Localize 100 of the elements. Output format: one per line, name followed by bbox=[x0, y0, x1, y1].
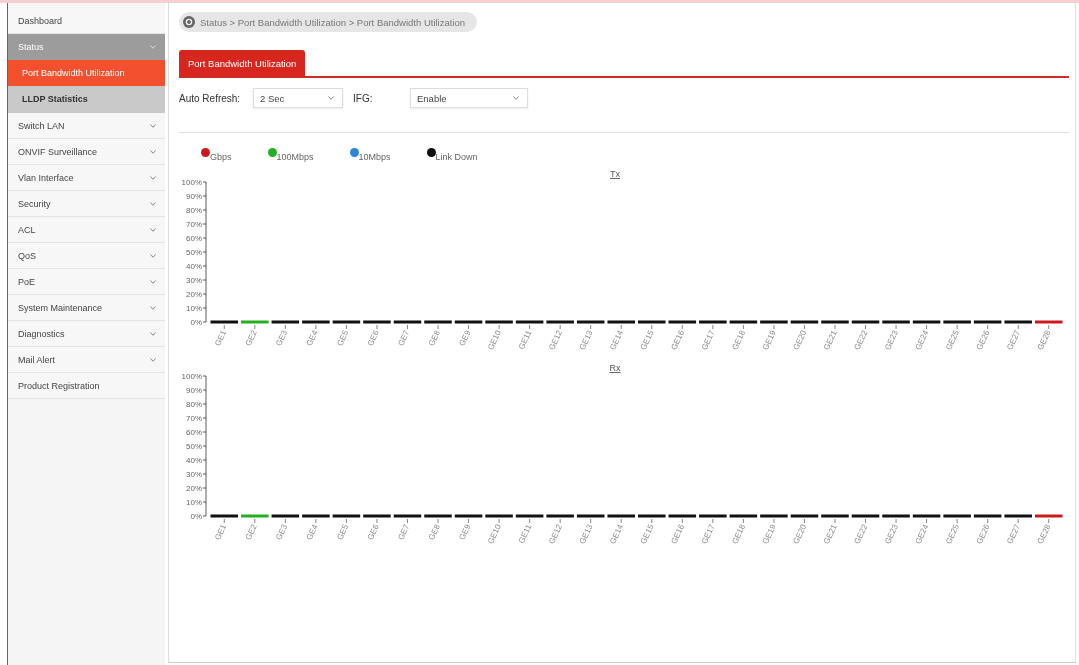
bar bbox=[607, 514, 635, 518]
axis-label: 50% bbox=[186, 442, 202, 451]
bar bbox=[729, 320, 758, 324]
bar bbox=[332, 320, 361, 324]
axis-label: 30% bbox=[186, 276, 202, 285]
axis-label: 0% bbox=[190, 318, 202, 327]
axis-label: GE11 bbox=[516, 329, 534, 351]
bar bbox=[821, 514, 849, 518]
bar bbox=[668, 514, 697, 518]
bar bbox=[790, 514, 819, 518]
axis-label: 50% bbox=[186, 248, 202, 257]
bar bbox=[760, 514, 788, 518]
bar bbox=[699, 320, 727, 324]
bar bbox=[424, 320, 452, 324]
axis-label: GE4 bbox=[304, 523, 320, 542]
bar bbox=[241, 320, 269, 324]
axis-label: GE15 bbox=[638, 329, 656, 352]
sidebar-subitem[interactable]: Port Bandwidth Utilization bbox=[8, 60, 165, 86]
axis-label: GE19 bbox=[760, 523, 778, 546]
dropdown[interactable]: 2 Sec bbox=[253, 88, 343, 108]
axis-label: GE13 bbox=[577, 329, 595, 352]
bar bbox=[546, 514, 574, 518]
chevron-down-icon bbox=[150, 305, 156, 310]
axis-label: GE14 bbox=[608, 329, 626, 352]
axis-label: GE16 bbox=[669, 523, 687, 546]
bar bbox=[851, 320, 880, 324]
legend-label: 100Mbps bbox=[276, 152, 314, 162]
axis-label: GE12 bbox=[547, 329, 564, 352]
axis-label: 20% bbox=[186, 290, 202, 299]
axis-label: GE5 bbox=[335, 329, 351, 348]
bar bbox=[515, 514, 544, 518]
chevron-down-icon bbox=[513, 96, 519, 100]
axis-label: GE26 bbox=[974, 329, 992, 352]
axis-label: GE27 bbox=[1005, 329, 1022, 352]
chevron-down-icon bbox=[150, 175, 156, 180]
chevron-down-icon bbox=[328, 96, 334, 100]
axis-label: GE9 bbox=[457, 329, 473, 348]
axis-label: GE19 bbox=[760, 329, 778, 352]
bar bbox=[302, 514, 330, 518]
bar bbox=[424, 514, 452, 518]
legend-label: 10Mbps bbox=[358, 152, 391, 162]
axis-label: GE16 bbox=[669, 329, 687, 352]
bar bbox=[210, 320, 239, 324]
axis-label: GE2 bbox=[243, 523, 259, 542]
axis-label: GE25 bbox=[944, 329, 961, 352]
axis-label: GE18 bbox=[730, 329, 748, 352]
bar bbox=[943, 514, 971, 518]
axis-label: GE5 bbox=[335, 523, 351, 542]
axis-label: 30% bbox=[186, 470, 202, 479]
axis-label: GE10 bbox=[486, 523, 503, 546]
bar bbox=[271, 320, 300, 324]
axis-label: 80% bbox=[186, 206, 202, 215]
axis-label: GE23 bbox=[883, 523, 900, 546]
sidebar-subitem[interactable]: LLDP Statistics bbox=[8, 86, 165, 112]
bar bbox=[668, 320, 697, 324]
bar bbox=[393, 320, 422, 324]
axis-label: 0% bbox=[190, 512, 202, 521]
axis-label: GE7 bbox=[396, 329, 412, 348]
axis-label: GE24 bbox=[913, 329, 931, 352]
axis-label: GE17 bbox=[699, 523, 717, 546]
axis-label: GE14 bbox=[608, 523, 626, 546]
axis-label: 100% bbox=[181, 178, 202, 187]
axis-label: 90% bbox=[186, 192, 202, 201]
axis-label: GE20 bbox=[791, 329, 809, 352]
axis-label: GE18 bbox=[730, 523, 748, 546]
axis-label: GE21 bbox=[822, 329, 839, 352]
axis-label: 40% bbox=[186, 456, 202, 465]
axis-label: 70% bbox=[186, 220, 202, 229]
axis-label: GE10 bbox=[486, 329, 503, 352]
axis-label: GE13 bbox=[577, 523, 595, 546]
axis-label: GE8 bbox=[426, 329, 442, 348]
axis-label: GE8 bbox=[426, 523, 442, 542]
bar bbox=[363, 320, 391, 324]
tab[interactable]: Port Bandwidth Utilization bbox=[179, 50, 306, 76]
legend-label: Gbps bbox=[210, 152, 232, 162]
axis-label: GE3 bbox=[274, 329, 290, 348]
axis-label: GE27 bbox=[1005, 523, 1022, 546]
bar bbox=[607, 320, 635, 324]
axis-label: GE11 bbox=[516, 523, 534, 545]
axis-label: GE9 bbox=[457, 523, 473, 542]
axis-label: GE25 bbox=[944, 523, 961, 546]
bar bbox=[576, 320, 605, 324]
bar bbox=[790, 320, 819, 324]
bar bbox=[821, 320, 849, 324]
bar bbox=[638, 320, 666, 324]
chevron-down-icon bbox=[150, 331, 156, 336]
axis-label: GE6 bbox=[365, 523, 381, 542]
bar bbox=[302, 320, 330, 324]
axis-label: 10% bbox=[186, 304, 202, 313]
bar bbox=[729, 514, 758, 518]
bar bbox=[638, 514, 666, 518]
axis-label: 90% bbox=[186, 386, 202, 395]
bar bbox=[760, 320, 788, 324]
axis-label: GE23 bbox=[883, 329, 900, 352]
legend-label: Link Down bbox=[435, 152, 478, 162]
dropdown[interactable]: Enable bbox=[410, 88, 528, 108]
bar bbox=[241, 514, 269, 518]
axis-label: GE28 bbox=[1035, 329, 1053, 352]
bar bbox=[363, 514, 391, 518]
axis-label: GE6 bbox=[365, 329, 381, 348]
